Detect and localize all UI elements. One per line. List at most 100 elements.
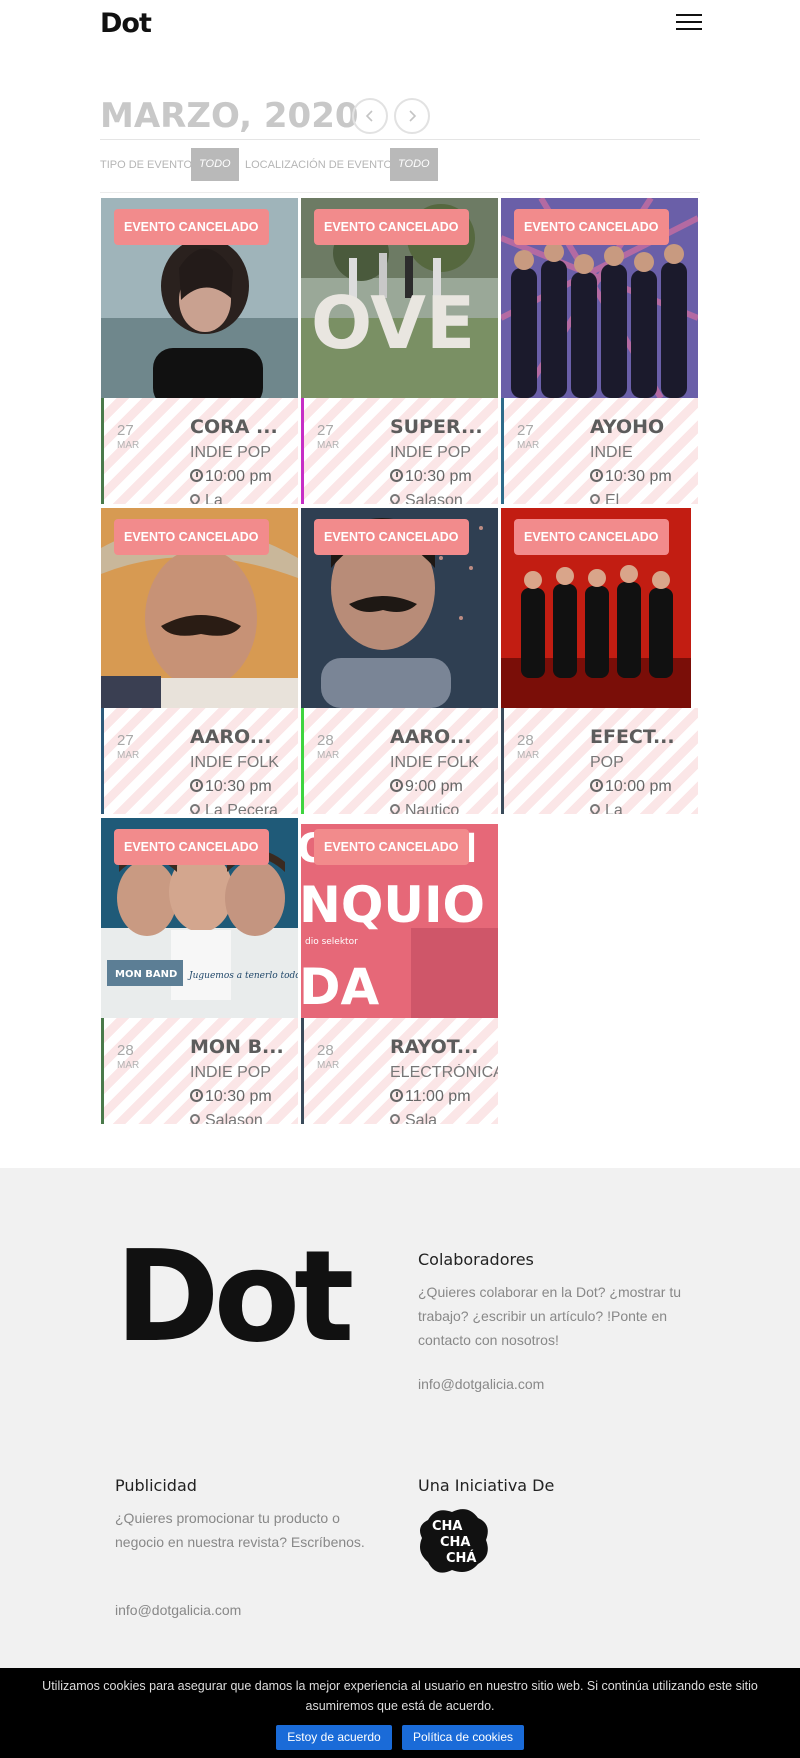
event-title[interactable]: EFECT... (590, 726, 696, 748)
accept-cookies-button[interactable]: Estoy de acuerdo (276, 1725, 392, 1750)
event-card[interactable]: tour EVENTO CANCELADO 28 MAR EFECT... PO… (501, 508, 698, 814)
event-date: 27 MAR (117, 422, 157, 451)
month-title: MARZO, 2020 (100, 96, 359, 136)
event-title[interactable]: MON B... (190, 1036, 296, 1058)
event-day: 28 (517, 732, 534, 749)
footer-logo[interactable]: Dot (115, 1234, 354, 1360)
event-venue-text: El (605, 492, 620, 504)
event-date: 28 MAR (317, 1042, 357, 1071)
event-venue-text: La (205, 492, 223, 504)
event-title[interactable]: AARO... (190, 726, 296, 748)
event-venue-text: La Pecera (205, 802, 278, 814)
event-card[interactable]: OTASCH NQUIO dio selektor DA EVENTO CANC… (301, 818, 498, 1124)
event-date: 28 MAR (117, 1042, 157, 1071)
cancelled-badge: EVENTO CANCELADO (114, 519, 269, 555)
event-venue: Sala (387, 1111, 437, 1124)
event-month: MAR (517, 440, 540, 451)
event-card[interactable]: EVENTO CANCELADO 27 MAR CORA ... INDIE P… (101, 198, 298, 504)
event-info: 28 MAR AARO... INDIE FOLK 9:00 pm Nautic… (301, 708, 498, 814)
event-type-label: TIPO DE EVENTO: (100, 159, 196, 171)
publicidad-email-link[interactable]: info@dotgalicia.com (115, 1598, 241, 1622)
cancelled-badge: EVENTO CANCELADO (514, 209, 669, 245)
event-genre: INDIE POP (390, 444, 471, 461)
event-month: MAR (317, 750, 340, 761)
event-genre: INDIE POP (190, 444, 271, 461)
cancelled-badge: EVENTO CANCELADO (314, 209, 469, 245)
event-genre: POP (590, 754, 624, 771)
hamburger-icon[interactable] (676, 14, 702, 34)
location-pin-icon (187, 801, 203, 814)
event-title[interactable]: RAYOT... (390, 1036, 496, 1058)
event-info: 27 MAR AYOHO INDIE 10:30 pm El (501, 398, 698, 504)
event-genre: INDIE POP (190, 1064, 271, 1081)
love-sign-text: OVE (311, 281, 475, 365)
event-month: MAR (517, 750, 540, 761)
event-month: MAR (117, 440, 140, 451)
event-title[interactable]: AYOHO (590, 416, 696, 438)
event-venue-text: Nautico (405, 802, 460, 814)
event-card[interactable]: MON BAND Juguemos a tenerlo todo EVENTO … (101, 818, 298, 1124)
chevron-left-icon[interactable] (352, 98, 388, 134)
site-header: Dot (0, 0, 800, 48)
cancelled-badge: EVENTO CANCELADO (314, 829, 469, 865)
event-location-label: LOCALIZACIÓN DE EVENTO: (245, 159, 396, 171)
event-time: 10:30 pm (590, 468, 672, 486)
event-date: 27 MAR (517, 422, 557, 451)
event-card[interactable]: EVENTO CANCELADO 27 MAR AYOHO INDIE 10:3… (501, 198, 698, 504)
event-time-text: 9:00 pm (405, 778, 463, 795)
event-genre: ELECTRÓNICA (390, 1064, 498, 1081)
event-day: 27 (117, 732, 134, 749)
event-info: 28 MAR EFECT... POP 10:00 pm La (501, 708, 698, 814)
chevron-right-icon[interactable] (394, 98, 430, 134)
event-card[interactable]: OVE EVENTO CANCELADO 27 MAR SUPER... IND… (301, 198, 498, 504)
cancelled-badge: EVENTO CANCELADO (314, 519, 469, 555)
event-genre: INDIE (590, 444, 633, 461)
event-info: 28 MAR MON B... INDIE POP 10:30 pm Salas… (101, 1018, 298, 1124)
event-venue: La (187, 491, 223, 504)
mon-band-tagline: Juguemos a tenerlo todo (187, 971, 298, 981)
event-venue: Salason (187, 1111, 263, 1124)
cancelled-badge: EVENTO CANCELADO (114, 829, 269, 865)
event-time: 11:00 pm (390, 1088, 471, 1106)
colaboradores-email-link[interactable]: info@dotgalicia.com (418, 1372, 544, 1396)
event-day: 28 (317, 1042, 334, 1059)
cancelled-badge: EVENTO CANCELADO (114, 209, 269, 245)
divider (100, 192, 700, 193)
cookie-banner: Utilizamos cookies para asegurar que dam… (0, 1668, 800, 1758)
event-venue: La Pecera (187, 801, 278, 814)
cancelled-badge: EVENTO CANCELADO (514, 519, 669, 555)
mon-band-label: MON BAND (115, 969, 177, 980)
event-card[interactable]: EVENTO CANCELADO 28 MAR AARO... INDIE FO… (301, 508, 498, 814)
site-logo[interactable]: Dot (100, 8, 152, 39)
event-info: 27 MAR SUPER... INDIE POP 10:30 pm Salas… (301, 398, 498, 504)
event-info: 27 MAR CORA ... INDIE POP 10:00 pm La (101, 398, 298, 504)
colaboradores-text: ¿Quieres colaborar en la Dot? ¿mostrar t… (418, 1284, 681, 1348)
event-day: 27 (317, 422, 334, 439)
chachacha-logo[interactable]: CHA CHA CHÁ (418, 1506, 490, 1574)
event-title[interactable]: AARO... (390, 726, 496, 748)
event-time-text: 10:30 pm (605, 468, 672, 485)
clock-icon (190, 779, 203, 792)
cookie-policy-button[interactable]: Política de cookies (402, 1725, 524, 1750)
event-date: 27 MAR (317, 422, 357, 451)
event-time: 10:30 pm (390, 468, 472, 486)
event-venue: La (587, 801, 623, 814)
event-time-text: 10:30 pm (205, 1088, 272, 1105)
cookie-text: Utilizamos cookies para asegurar que dam… (42, 1679, 758, 1713)
location-pin-icon (187, 1111, 203, 1124)
event-month: MAR (317, 1060, 340, 1071)
event-location-filter[interactable]: TODO (390, 148, 438, 181)
event-time: 10:00 pm (190, 468, 272, 486)
event-card[interactable]: EVENTO CANCELADO 27 MAR AARO... INDIE FO… (101, 508, 298, 814)
event-venue: Salason (387, 491, 463, 504)
event-venue-text: La (605, 802, 623, 814)
event-time-text: 11:00 pm (405, 1088, 471, 1105)
event-month: MAR (117, 750, 140, 761)
location-pin-icon (587, 491, 603, 504)
event-title[interactable]: SUPER... (390, 416, 496, 438)
event-time: 10:30 pm (190, 778, 272, 796)
location-pin-icon (387, 801, 403, 814)
event-title[interactable]: CORA ... (190, 416, 296, 438)
event-venue: Nautico (387, 801, 460, 814)
event-type-filter[interactable]: TODO (191, 148, 239, 181)
